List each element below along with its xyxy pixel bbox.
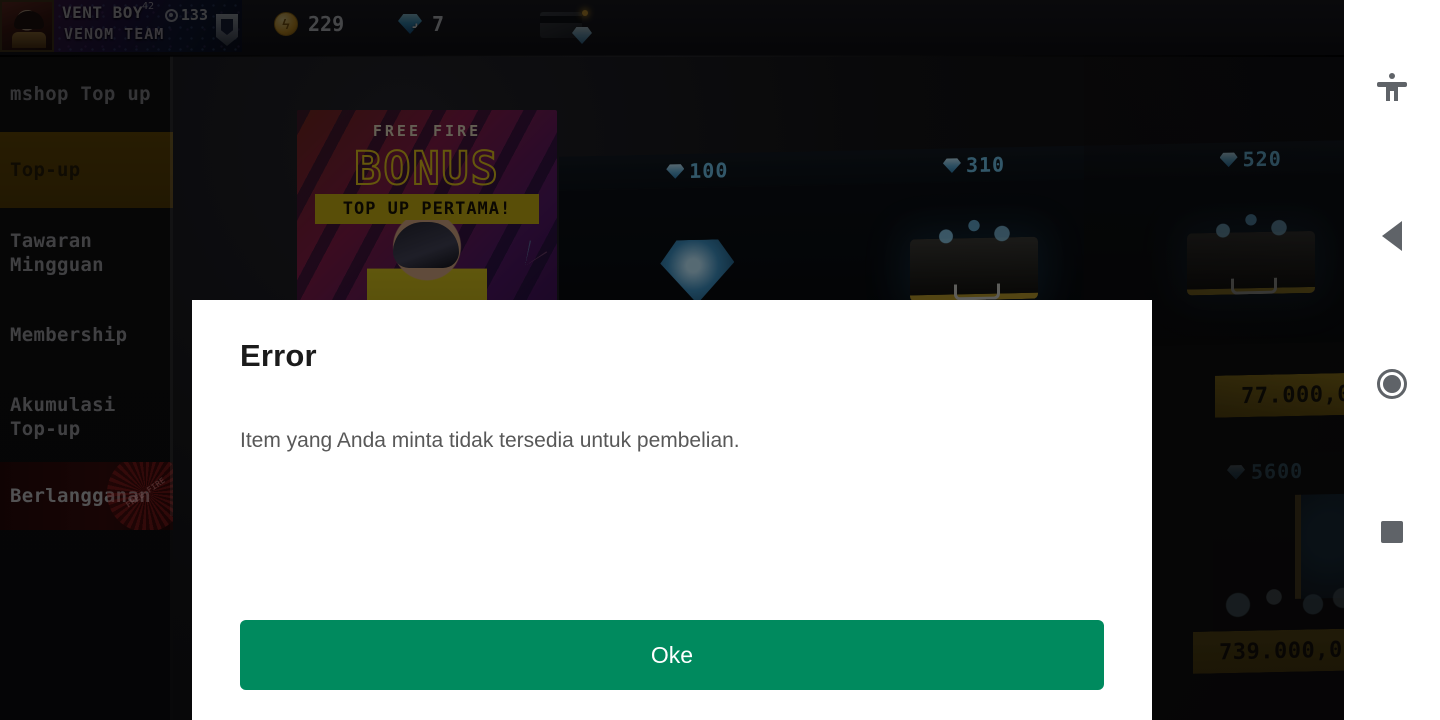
back-button[interactable] [1344,188,1440,284]
game-app-area: FREE FIRE BONUS TOP UP PERTAMA! 100 310 … [0,0,1344,720]
dialog-message: Item yang Anda minta tidak tersedia untu… [240,429,740,452]
home-button[interactable] [1344,336,1440,432]
accessibility-icon [1377,73,1407,103]
android-navigation-bar [1344,0,1440,720]
recent-apps-button[interactable] [1344,484,1440,580]
back-triangle-icon [1382,221,1402,251]
error-dialog: Error Item yang Anda minta tidak tersedi… [192,300,1152,720]
accessibility-button[interactable] [1344,40,1440,136]
dialog-ok-button[interactable]: Oke [240,620,1104,690]
recent-apps-square-icon [1381,521,1403,543]
home-circle-icon [1377,369,1407,399]
dialog-title: Error [240,338,317,373]
